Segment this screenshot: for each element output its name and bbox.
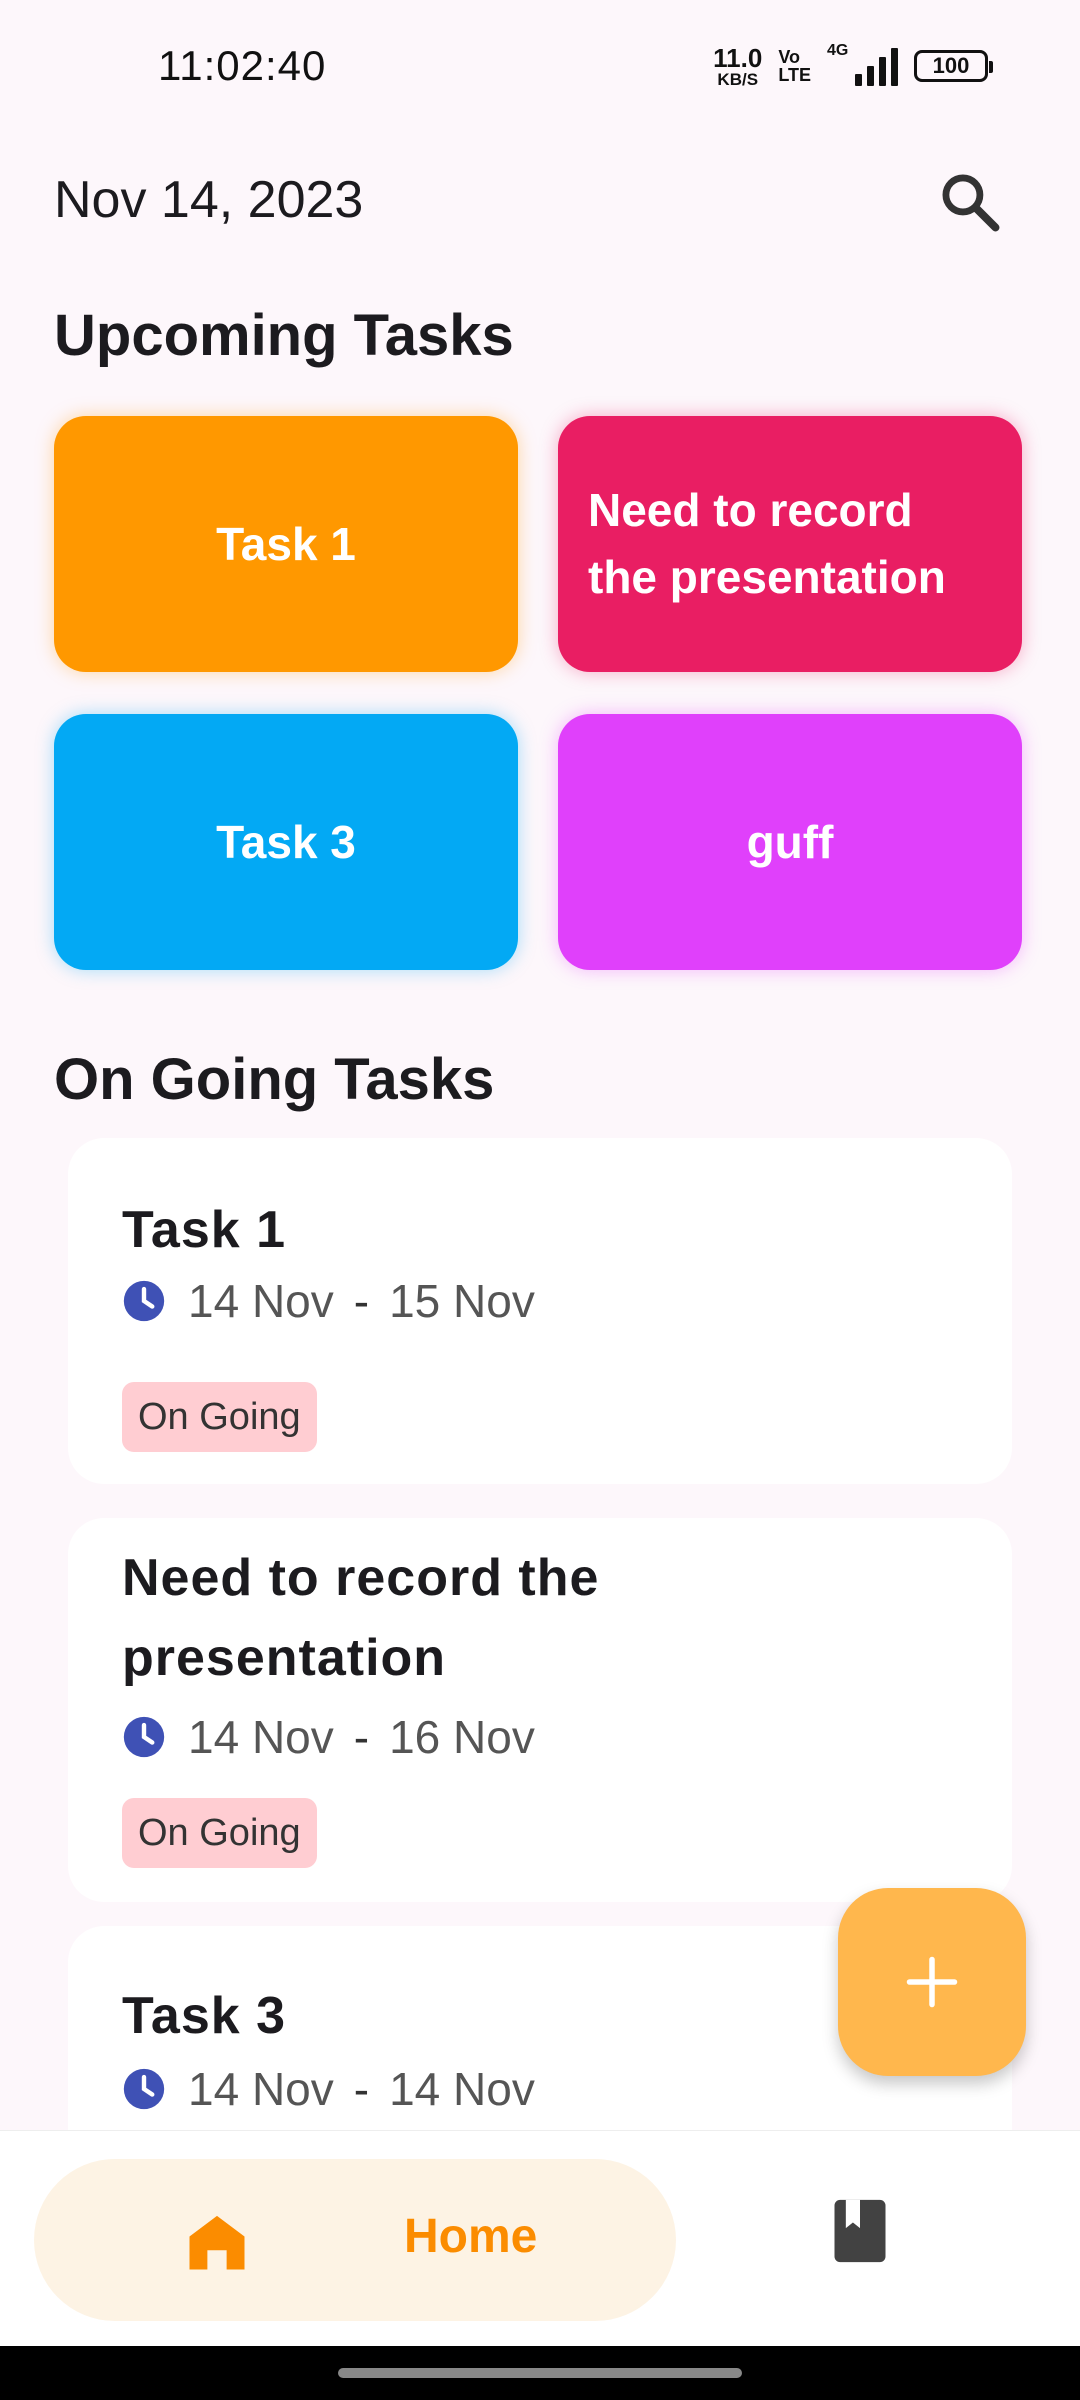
network-speed: 11.0 KB/S [713, 45, 762, 88]
date-separator: - [353, 1275, 370, 1327]
search-button[interactable] [930, 162, 1010, 242]
bottom-navigation: Home [0, 2130, 1080, 2346]
task-card[interactable]: Need to record the presentation 14 Nov -… [68, 1518, 1012, 1902]
gesture-handle[interactable] [338, 2368, 742, 2378]
task-start-date: 14 Nov [188, 2063, 334, 2115]
battery-icon: 100 [914, 50, 993, 82]
current-date: Nov 14, 2023 [54, 171, 364, 229]
status-time: 11:02:40 [158, 42, 327, 89]
task-card-date-range: 14 Nov - 16 Nov [122, 1710, 535, 1764]
status-icons: 11.0 KB/S Vo LTE 4G 100 [713, 42, 993, 88]
signal-bar [879, 57, 886, 86]
upcoming-task-tile[interactable]: Need to record the presentation [558, 416, 1022, 672]
task-card-title: Task 3 [122, 1987, 287, 2045]
date-separator: - [353, 2063, 370, 2115]
task-card[interactable]: Task 1 14 Nov - 15 Nov On Going [68, 1138, 1012, 1484]
volte-top: Vo [778, 47, 800, 67]
task-start-date: 14 Nov [188, 1275, 334, 1327]
clock-icon [123, 1716, 165, 1758]
task-card-date-range: 14 Nov - 14 Nov [122, 2062, 535, 2116]
system-navigation-bar [0, 2346, 1080, 2400]
upcoming-task-tile[interactable]: Task 1 [54, 416, 518, 672]
network-speed-unit: KB/S [717, 69, 759, 89]
volte-bottom: LTE [778, 65, 811, 85]
task-start-date: 14 Nov [188, 1711, 334, 1763]
signal-bar [867, 66, 874, 86]
nav-item-home[interactable]: Home [34, 2159, 676, 2321]
signal-icon: 4G [827, 42, 898, 86]
task-card-date-range: 14 Nov - 15 Nov [122, 1274, 535, 1328]
search-icon [942, 174, 1000, 232]
add-task-button[interactable] [838, 1888, 1026, 2076]
battery-level: 100 [932, 53, 970, 78]
nav-home-label: Home [404, 2210, 538, 2263]
upcoming-tasks-title: Upcoming Tasks [54, 303, 514, 368]
bookmark-book-icon [834, 2199, 886, 2263]
upcoming-task-label: guff [746, 815, 834, 868]
task-card-title: Need to record the presentation [122, 1549, 600, 1687]
status-badge: On Going [122, 1798, 317, 1868]
upcoming-task-label: Task 1 [216, 517, 356, 570]
task-card-title: Task 1 [122, 1201, 287, 1259]
ongoing-tasks-title: On Going Tasks [54, 1047, 495, 1112]
date-separator: - [353, 1711, 370, 1763]
task-end-date: 14 Nov [389, 2063, 535, 2115]
task-end-date: 16 Nov [389, 1711, 535, 1763]
upcoming-task-tile[interactable]: guff [558, 714, 1022, 970]
nav-item-books[interactable] [820, 2191, 900, 2271]
signal-bar [855, 74, 862, 86]
upcoming-task-label: Task 3 [216, 815, 356, 868]
clock-icon [123, 2068, 165, 2110]
upcoming-task-label: Need to record the presentation [588, 484, 946, 603]
clock-icon [123, 1280, 165, 1322]
network-speed-value: 11.0 [713, 42, 763, 73]
upcoming-task-tile[interactable]: Task 3 [54, 714, 518, 970]
plus-icon [906, 1956, 958, 2008]
status-badge: On Going [122, 1382, 317, 1452]
task-end-date: 15 Nov [389, 1275, 535, 1327]
volte-icon: Vo LTE [778, 48, 811, 84]
network-type: 4G [827, 42, 849, 59]
signal-bar [891, 48, 898, 86]
status-bar: 11:02:40 11.0 KB/S Vo LTE 4G 100 [0, 0, 1080, 130]
home-icon [189, 2215, 245, 2270]
